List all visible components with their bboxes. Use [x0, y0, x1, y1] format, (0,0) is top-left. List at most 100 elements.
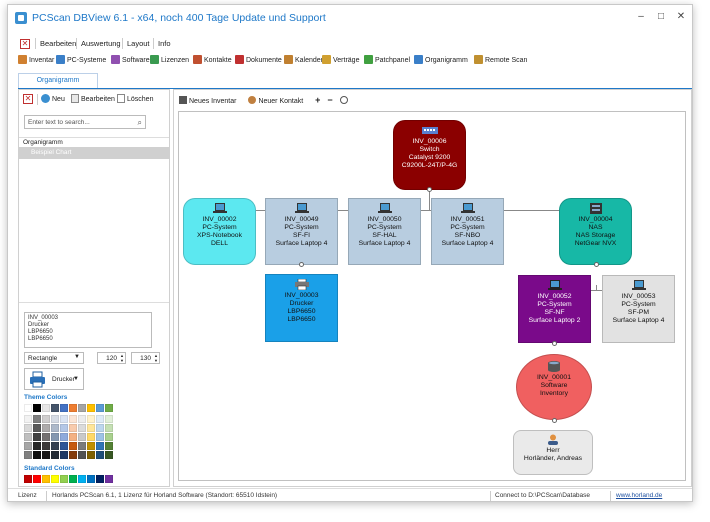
height-stepper[interactable]: 130 ▲ ▼ — [131, 352, 160, 364]
color-swatch[interactable] — [51, 442, 59, 450]
color-swatch[interactable] — [51, 451, 59, 459]
toolbar-pc-systeme-button[interactable]: PC-Systeme — [56, 55, 106, 64]
color-swatch[interactable] — [105, 404, 113, 412]
color-swatch[interactable] — [96, 424, 104, 432]
color-swatch[interactable] — [96, 442, 104, 450]
color-swatch[interactable] — [42, 451, 50, 459]
color-swatch[interactable] — [24, 451, 32, 459]
toolbar-lizenzen-button[interactable]: Lizenzen — [150, 55, 189, 64]
node-inv-00001[interactable]: INV_00001 Software Inventory — [516, 354, 592, 420]
color-swatch[interactable] — [51, 404, 59, 412]
node-text-field[interactable]: INV_00003 Drucker LBP6650 LBP6650 — [24, 312, 152, 348]
color-swatch[interactable] — [33, 475, 41, 483]
settings-icon[interactable] — [339, 96, 348, 104]
color-swatch[interactable] — [51, 475, 59, 483]
color-swatch[interactable] — [24, 475, 32, 483]
color-swatch[interactable] — [78, 433, 86, 441]
node-inv-00004[interactable]: INV_00004 NAS NAS Storage NetGear NVX — [559, 198, 632, 265]
color-swatch[interactable] — [96, 404, 104, 412]
color-swatch[interactable] — [78, 451, 86, 459]
color-swatch[interactable] — [24, 442, 32, 450]
color-swatch[interactable] — [51, 415, 59, 423]
collapse-toggle[interactable] — [594, 262, 599, 267]
node-inv-00050[interactable]: INV_00050 PC-System SF-HAL Surface Lapto… — [348, 198, 421, 265]
toolbar-dokumente-button[interactable]: Dokumente — [235, 55, 282, 64]
color-swatch[interactable] — [42, 404, 50, 412]
color-swatch[interactable] — [42, 415, 50, 423]
toolbar-patchpanel-button[interactable]: Patchpanel — [364, 55, 410, 64]
color-swatch[interactable] — [60, 404, 68, 412]
color-swatch[interactable] — [60, 442, 68, 450]
color-swatch[interactable] — [69, 475, 77, 483]
color-swatch[interactable] — [60, 424, 68, 432]
color-swatch[interactable] — [87, 442, 95, 450]
node-inv-00003[interactable]: INV_00003 Drucker LBP6650 LBP6650 — [265, 274, 338, 342]
icon-select[interactable]: Drucker ▼ — [24, 368, 84, 390]
toolbar-remote-scan-button[interactable]: Remote Scan — [474, 55, 527, 64]
website-link[interactable]: www.horland.de — [616, 492, 662, 499]
add-node-button[interactable]: + — [315, 95, 320, 105]
color-swatch[interactable] — [78, 415, 86, 423]
color-swatch[interactable] — [69, 451, 77, 459]
toolbar-software-button[interactable]: Software — [111, 55, 150, 64]
toolbar-vertr-ge-button[interactable]: Verträge — [322, 55, 359, 64]
shape-select[interactable]: Rectangle ▼ — [24, 352, 84, 364]
node-contact-horlaender[interactable]: Herr Horländer, Andreas — [513, 430, 593, 475]
color-swatch[interactable] — [105, 433, 113, 441]
color-swatch[interactable] — [33, 404, 41, 412]
color-swatch[interactable] — [87, 415, 95, 423]
node-inv-00051[interactable]: INV_00051 PC-System SF-NBO Surface Lapto… — [431, 198, 504, 265]
color-swatch[interactable] — [105, 415, 113, 423]
new-contact-button[interactable]: Neuer Kontakt — [248, 96, 308, 105]
collapse-toggle[interactable] — [552, 418, 557, 423]
color-swatch[interactable] — [105, 475, 113, 483]
color-swatch[interactable] — [33, 442, 41, 450]
color-swatch[interactable] — [51, 433, 59, 441]
toolbar-kalender-button[interactable]: Kalender — [284, 55, 323, 64]
color-swatch[interactable] — [78, 404, 86, 412]
color-swatch[interactable] — [87, 433, 95, 441]
color-swatch[interactable] — [24, 424, 32, 432]
color-swatch[interactable] — [60, 415, 68, 423]
new-button[interactable]: Neu — [41, 94, 65, 103]
close-window-button[interactable]: ✕ — [675, 11, 687, 23]
spinner-arrows-icon[interactable]: ▲ ▼ — [154, 353, 158, 363]
color-swatch[interactable] — [33, 433, 41, 441]
edit-button[interactable]: Bearbeiten — [71, 94, 115, 103]
color-swatch[interactable] — [60, 475, 68, 483]
node-switch[interactable]: INV_00006 Switch Catalyst 9200 C9200L-24… — [393, 120, 466, 190]
spinner-arrows-icon[interactable]: ▲ ▼ — [120, 353, 124, 363]
color-swatch[interactable] — [96, 433, 104, 441]
color-swatch[interactable] — [105, 424, 113, 432]
color-swatch[interactable] — [78, 424, 86, 432]
minimize-button[interactable]: – — [635, 11, 647, 23]
color-swatch[interactable] — [87, 475, 95, 483]
new-inventory-button[interactable]: Neues Inventar — [179, 96, 241, 105]
toolbar-inventar-button[interactable]: Inventar — [18, 55, 54, 64]
color-swatch[interactable] — [78, 475, 86, 483]
width-stepper[interactable]: 120 ▲ ▼ — [97, 352, 126, 364]
color-swatch[interactable] — [87, 404, 95, 412]
tab-organigramm[interactable]: Organigramm — [18, 73, 98, 89]
color-swatch[interactable] — [69, 442, 77, 450]
color-swatch[interactable] — [24, 415, 32, 423]
color-swatch[interactable] — [69, 433, 77, 441]
color-swatch[interactable] — [105, 451, 113, 459]
menu-layout[interactable]: Layout — [127, 39, 150, 48]
node-inv-00052[interactable]: INV_00052 PC-System SF-NF Surface Laptop… — [518, 275, 591, 343]
panel-splitter[interactable] — [19, 302, 169, 306]
color-swatch[interactable] — [78, 442, 86, 450]
color-swatch[interactable] — [24, 433, 32, 441]
color-swatch[interactable] — [69, 424, 77, 432]
color-swatch[interactable] — [105, 442, 113, 450]
color-swatch[interactable] — [42, 475, 50, 483]
color-swatch[interactable] — [87, 424, 95, 432]
close-icon[interactable]: ✕ — [20, 39, 30, 49]
search-input[interactable]: Enter text to search... ⌕ — [24, 115, 146, 129]
color-swatch[interactable] — [87, 451, 95, 459]
color-swatch[interactable] — [33, 424, 41, 432]
color-swatch[interactable] — [33, 415, 41, 423]
maximize-button[interactable]: □ — [655, 11, 667, 23]
collapse-toggle[interactable] — [427, 187, 432, 192]
tree-item-beispiel-chart[interactable]: Beispiel Chart — [19, 147, 169, 159]
